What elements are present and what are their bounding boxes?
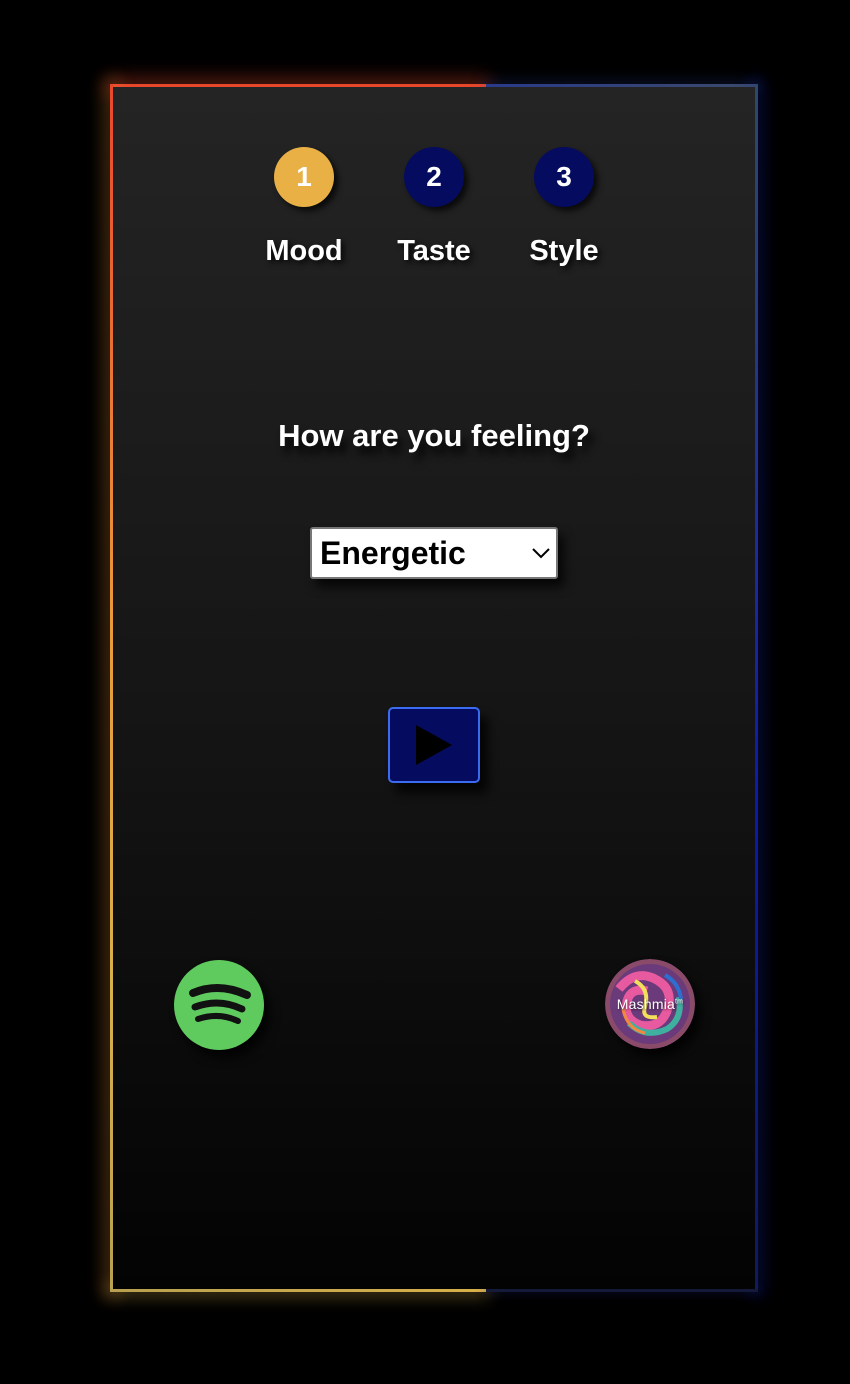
glow-border-right [755,84,758,1292]
mood-select-value: Energetic [320,534,466,571]
chevron-down-icon [526,541,556,565]
step-style[interactable]: 3 Style [504,147,624,268]
step-number-badge: 2 [404,147,464,207]
step-number-badge: 1 [274,147,334,207]
mashmia-logo[interactable]: Mashmiatm [605,959,695,1049]
app-frame: 1 Mood 2 Taste 3 Style How are you feeli… [110,84,758,1292]
mood-select[interactable]: Energetic [310,527,558,579]
mashmia-wordmark: Mashmiatm [616,996,684,1012]
step-label: Mood [265,235,343,267]
step-mood[interactable]: 1 Mood [244,147,364,268]
step-label: Style [529,235,599,267]
step-taste[interactable]: 2 Taste [374,147,494,268]
play-button[interactable] [388,707,480,783]
glow-border-bottom-right [486,1289,758,1292]
glow-border-bottom-left [110,1289,486,1292]
question-heading: How are you feeling? [278,418,590,453]
main-panel: 1 Mood 2 Taste 3 Style How are you feeli… [113,87,755,1289]
step-label: Taste [397,235,471,267]
play-icon [416,725,452,765]
step-number-badge: 3 [534,147,594,207]
spotify-logo[interactable] [174,960,264,1050]
